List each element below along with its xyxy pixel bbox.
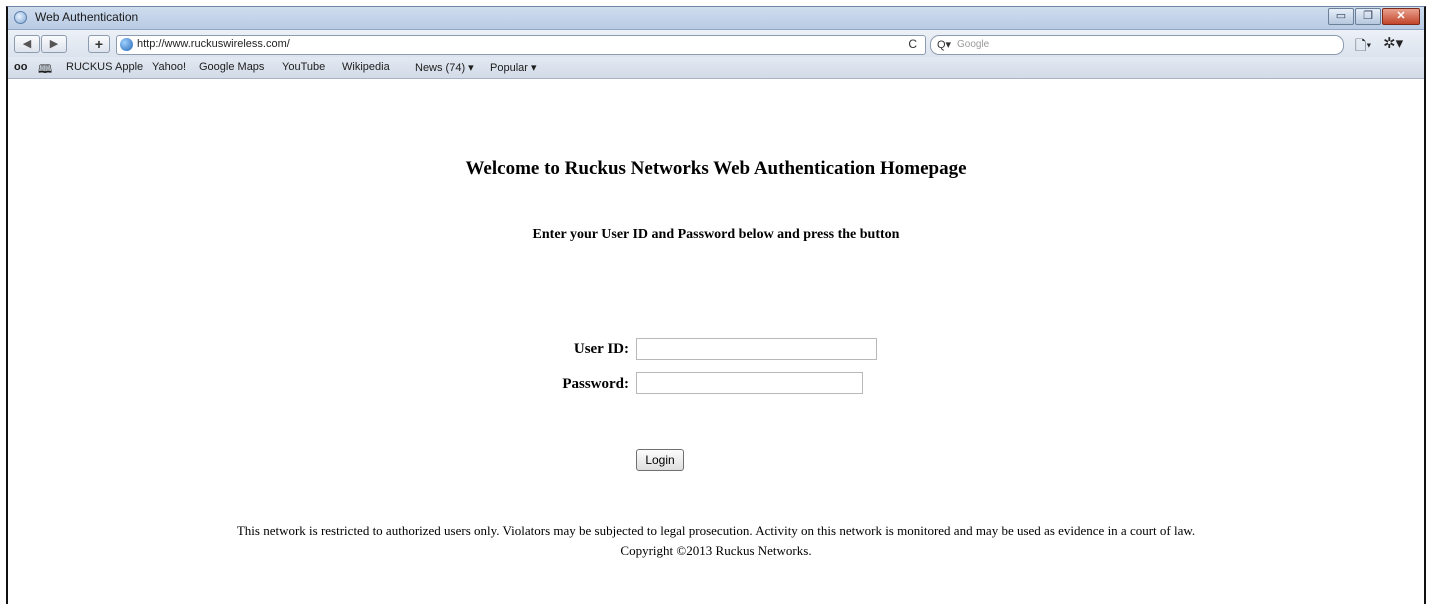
bookmark-wikipedia[interactable]: Wikipedia [342,61,390,73]
page-content: Welcome to Ruckus Networks Web Authentic… [8,79,1424,604]
bookmark-google-maps[interactable]: Google Maps [199,61,264,73]
url-text[interactable]: http://www.ruckuswireless.com/ [137,38,290,50]
bookmark-youtube[interactable]: YouTube [282,61,325,73]
search-field[interactable]: Q▾ Google [930,35,1344,55]
copyright-text: Copyright ©2013 Ruckus Networks. [620,543,812,558]
password-label: Password: [562,376,629,392]
bookmark-ruckus[interactable]: RUCKUS [66,61,112,73]
book-icon[interactable]: 🕮 [38,60,52,81]
instructions-text: Enter your User ID and Password below an… [532,227,900,242]
bookmark-popular-menu[interactable]: Popular ▾ [490,61,537,74]
bookmark-news-menu[interactable]: News (74) ▾ [415,61,474,74]
disclaimer-text: This network is restricted to authorized… [236,523,1196,538]
navigation-toolbar: ◀ ▶ + http://www.ruckuswireless.com/ C Q… [8,30,1424,57]
address-bar[interactable]: http://www.ruckuswireless.com/ C [116,35,926,55]
maximize-button[interactable]: ❐ [1355,8,1381,25]
page-menu-icon[interactable]: 🗋▾ [1355,35,1371,59]
password-input[interactable] [636,372,863,394]
user-id-input[interactable] [636,338,877,360]
bookmarks-bar: oo 🕮 RUCKUS Apple Yahoo! Google Maps You… [8,57,1424,79]
reload-icon[interactable]: C [908,37,917,51]
title-bar[interactable]: Web Authentication ▭ ❐ ✕ [8,7,1424,30]
browser-logo-icon [14,11,27,24]
user-id-label: User ID: [573,341,629,357]
window-title: Web Authentication [35,10,139,24]
login-button[interactable]: Login [636,449,684,471]
bookmark-apple[interactable]: Apple [115,61,143,73]
minimize-button[interactable]: ▭ [1328,8,1354,25]
reading-list-icon[interactable]: oo [14,61,27,73]
search-icon[interactable]: Q▾ [937,38,951,51]
add-bookmark-button[interactable]: + [88,35,110,53]
back-button[interactable]: ◀ [14,35,40,53]
globe-icon [120,38,133,51]
browser-window: Web Authentication ▭ ❐ ✕ ◀ ▶ + http://ww… [6,6,1426,604]
gear-icon[interactable]: ✲▾ [1383,34,1403,52]
close-button[interactable]: ✕ [1382,8,1420,25]
search-placeholder: Google [957,39,990,50]
forward-button[interactable]: ▶ [41,35,67,53]
window-controls: ▭ ❐ ✕ [1327,8,1420,27]
page-title: Welcome to Ruckus Networks Web Authentic… [465,158,967,179]
bookmark-yahoo[interactable]: Yahoo! [152,61,186,73]
